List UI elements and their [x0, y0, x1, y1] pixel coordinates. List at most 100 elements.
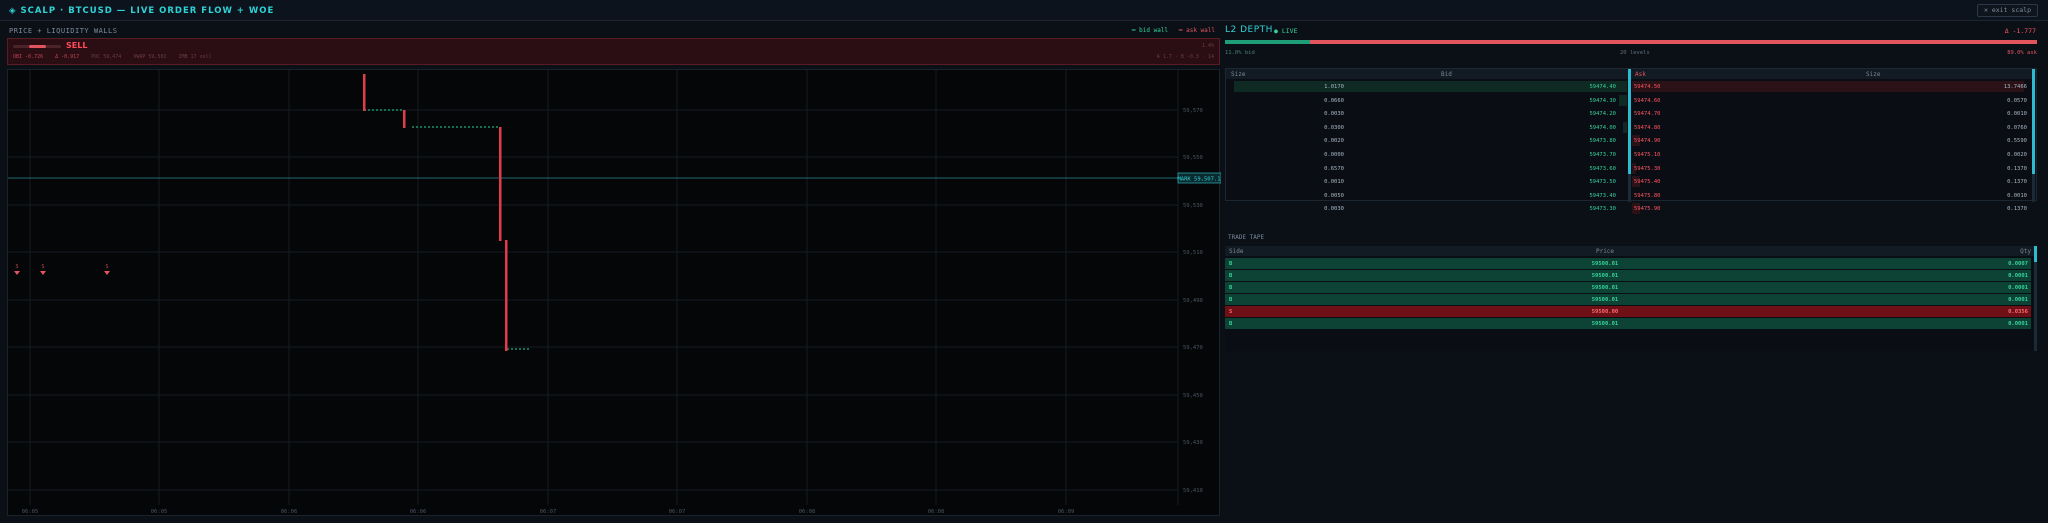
imbalance-value: Δ -1.777 [2004, 27, 2036, 35]
x-tick-3: 06:06 [281, 509, 298, 515]
signal-label: SELL [66, 41, 88, 50]
ask-price-cell: 59475.90 [1634, 206, 1661, 213]
ask-size-cell: 0.1370 [2007, 165, 2027, 172]
signal-stat-obi: OBI -0.726 [13, 54, 44, 60]
trade-qty-cell: 0.0001 [2008, 285, 2028, 291]
signal-stats: OBI -0.726 Δ -0.917 POC 59,474 VWAP 59,5… [13, 54, 221, 60]
order-book-row[interactable]: 0.0000 59473.70 59475.10 0.0020 [1226, 148, 2036, 161]
price-panel-title: PRICE + LIQUIDITY WALLS [9, 27, 118, 35]
bid-depth-bar [1622, 121, 1627, 133]
trade-row: B 59500.01 0.0001 [1225, 318, 2031, 329]
imbalance-bar [1225, 40, 2037, 44]
order-book-row[interactable]: 0.0660 59474.30 59474.60 0.0570 [1226, 94, 2036, 107]
trade-row: B 59500.01 0.0001 [1225, 282, 2031, 293]
candle-1 [363, 74, 366, 111]
trade-qty-cell: 0.0001 [2008, 321, 2028, 327]
col-ask-size: Size [1866, 71, 1881, 78]
imbalance-ask-label: 89.0% ask [2007, 50, 2037, 56]
ask-price-cell: 59475.30 [1634, 165, 1661, 172]
price-candles [363, 74, 508, 351]
order-book-row[interactable]: 0.0020 59473.80 59474.90 0.5590 [1226, 134, 2036, 147]
trade-price-cell: 59500.01 [1591, 285, 1619, 291]
trade-qty-cell: 0.0356 [2008, 309, 2028, 315]
order-book-row[interactable]: 0.6570 59473.60 59475.30 0.1370 [1226, 162, 2036, 175]
ask-price-cell: 59474.60 [1634, 97, 1661, 104]
trade-side-cell: B [1229, 321, 1233, 327]
order-book-row[interactable]: 1.0170 59474.40 59474.50 13.7466 [1226, 80, 2036, 93]
order-book-row[interactable]: 0.0030 59474.20 59474.70 0.0010 [1226, 107, 2036, 120]
signal-strength-bar [13, 45, 61, 48]
sell-marker-label-3: S [105, 264, 108, 270]
y-axis-ticks: 59,570 59,550 59,530 59,510 59,490 59,47… [1183, 108, 1203, 494]
bid-size-cell: 0.0020 [1324, 138, 1344, 145]
trade-side-cell: B [1229, 273, 1233, 279]
y-tick-2: 59,550 [1183, 155, 1203, 161]
y-tick-7: 59,450 [1183, 393, 1203, 399]
bid-scrollbar-thumb[interactable] [1628, 69, 1631, 174]
ask-price-cell: 59474.50 [1634, 84, 1661, 90]
wall-legend: ━ bid wall ━ ask wall [1132, 27, 1215, 34]
y-tick-4: 59,510 [1183, 250, 1203, 256]
x-axis-ticks: 06:05 06:05 06:06 06:06 06:07 06:07 06:0… [22, 509, 1075, 515]
order-book-row[interactable]: 0.0030 59473.30 59475.90 0.1370 [1226, 202, 2036, 215]
bid-size-cell: 0.0030 [1324, 111, 1344, 118]
legend-ask-wall: ━ ask wall [1178, 27, 1215, 34]
trade-price-cell: 59500.01 [1591, 297, 1619, 303]
order-book-header: Size Bid Ask Size [1226, 69, 2036, 79]
bid-price-cell: 59474.30 [1589, 97, 1617, 104]
price-chart-svg: MARK 59,507.1 S S S 59,570 59,550 59,530… [8, 70, 1221, 515]
mark-price-label: MARK 59,507.1 [1177, 177, 1220, 183]
bid-size-cell: 0.0030 [1324, 206, 1344, 213]
ask-size-cell: 0.0570 [2007, 97, 2027, 104]
bid-price-cell: 59474.00 [1589, 124, 1617, 131]
sell-marker-icon [104, 271, 110, 275]
imbalance-bid-fill [1225, 40, 1311, 44]
trade-tape[interactable]: Side Price Qty B 59500.01 0.0007 B 59500.01 0… [1225, 246, 2037, 351]
y-tick-3: 59,530 [1183, 203, 1203, 209]
live-indicator: ● LIVE [1274, 27, 1298, 35]
x-tick-1: 06:05 [22, 509, 39, 515]
trade-side-cell: S [1229, 309, 1233, 315]
ask-size-cell: 0.1370 [2007, 179, 2027, 186]
y-tick-1: 59,570 [1183, 108, 1203, 114]
depth-title: L2 DEPTH [1225, 25, 1273, 35]
ask-size-cell: 0.0010 [2007, 111, 2027, 118]
y-tick-5: 59,490 [1183, 298, 1203, 304]
bid-size-cell: 0.0000 [1324, 152, 1344, 158]
order-book[interactable]: Size Bid Ask Size 1.0170 59474.40 59474.50… [1225, 68, 2037, 215]
y-tick-8: 59,430 [1183, 440, 1203, 446]
x-tick-5: 06:07 [540, 509, 557, 515]
signal-pct: 1.4% [1201, 43, 1214, 49]
ask-price-cell: 59474.80 [1634, 124, 1661, 131]
signal-stat-delta: Δ -0.917 [55, 54, 80, 60]
order-book-row[interactable]: 0.0300 59474.00 59474.80 0.0760 [1226, 121, 2036, 134]
bid-size-cell: 0.0300 [1324, 124, 1344, 131]
sell-markers: S S S [14, 264, 110, 275]
bid-depth-bar [1234, 81, 1627, 92]
depth-panel: L2 DEPTH ● LIVE Δ -1.777 11.0% bid 20 le… [1222, 22, 2048, 523]
bid-price-cell: 59473.50 [1589, 179, 1617, 186]
imbalance-bid-label: 11.0% bid [1225, 50, 1255, 56]
ask-price-cell: 59474.70 [1634, 111, 1661, 118]
trade-row: S 59500.00 0.0356 [1225, 306, 2031, 317]
trade-tape-title: TRADE TAPE [1228, 234, 1265, 241]
ask-size-cell: 0.0020 [2007, 152, 2027, 158]
tape-scrollbar-thumb[interactable] [2034, 246, 2037, 262]
sell-marker-label-2: S [41, 264, 44, 270]
top-bar: ◈ SCALP · BTCUSD — LIVE ORDER FLOW + WOE… [0, 0, 2048, 21]
imbalance-levels-label: 20 levels [1620, 50, 1650, 56]
ask-price-cell: 59475.40 [1634, 179, 1661, 186]
signal-stat-poc: POC 59,474 [91, 54, 122, 60]
bid-price-cell: 59473.30 [1589, 206, 1617, 213]
exit-scalp-button[interactable]: ✕ exit scalp [1977, 4, 2038, 17]
trade-price-cell: 59500.01 [1591, 261, 1619, 267]
ask-depth-bar [1632, 81, 2024, 92]
ask-scrollbar-thumb[interactable] [2032, 69, 2035, 174]
order-book-row[interactable]: 0.0050 59473.40 59475.80 0.0010 [1226, 189, 2036, 202]
price-chart[interactable]: MARK 59,507.1 S S S 59,570 59,550 59,530… [7, 69, 1221, 516]
trade-price-cell: 59500.01 [1591, 273, 1619, 279]
signal-strength-fill [29, 45, 46, 48]
app-title: ◈ SCALP · BTCUSD — LIVE ORDER FLOW + WOE [9, 6, 275, 16]
order-book-row[interactable]: 0.0010 59473.50 59475.40 0.1370 [1226, 175, 2036, 188]
ask-price-cell: 59475.80 [1634, 192, 1661, 199]
